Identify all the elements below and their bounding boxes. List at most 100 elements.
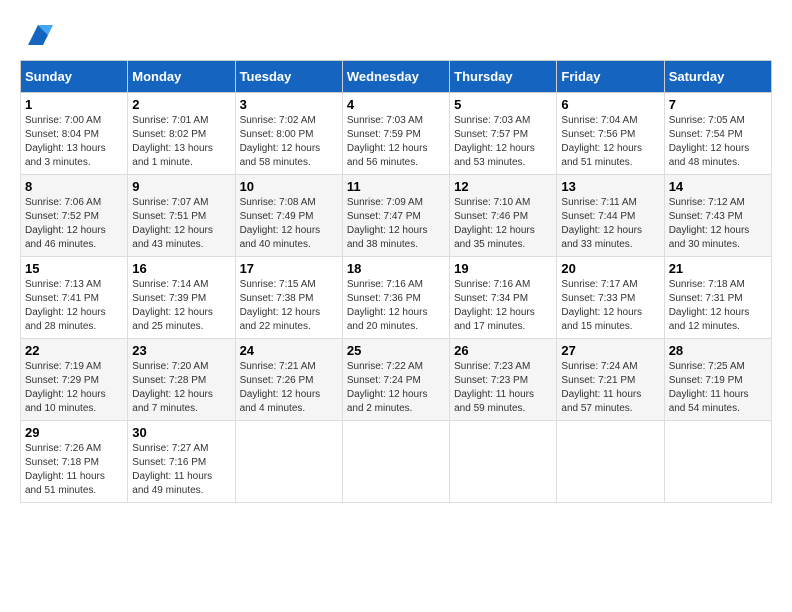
table-row: 8 Sunrise: 7:06 AMSunset: 7:52 PMDaylight…: [21, 175, 128, 257]
table-row: 18 Sunrise: 7:16 AMSunset: 7:36 PMDayligh…: [342, 257, 449, 339]
day-number: 5: [454, 97, 552, 112]
table-row: 16 Sunrise: 7:14 AMSunset: 7:39 PMDayligh…: [128, 257, 235, 339]
table-row: 10 Sunrise: 7:08 AMSunset: 7:49 PMDayligh…: [235, 175, 342, 257]
calendar-row: 8 Sunrise: 7:06 AMSunset: 7:52 PMDaylight…: [21, 175, 772, 257]
table-row: 30Sunrise: 7:27 AMSunset: 7:16 PMDayligh…: [128, 421, 235, 503]
day-number: 27: [561, 343, 659, 358]
calendar-row: 1 Sunrise: 7:00 AMSunset: 8:04 PMDaylight…: [21, 93, 772, 175]
table-row: 24 Sunrise: 7:21 AMSunset: 7:26 PMDayligh…: [235, 339, 342, 421]
day-content: Sunrise: 7:12 AMSunset: 7:43 PMDaylight:…: [669, 196, 767, 252]
day-number: 29: [25, 425, 123, 440]
day-number: 4: [347, 97, 445, 112]
table-row: 28 Sunrise: 7:25 AMSunset: 7:19 PMDayligh…: [664, 339, 771, 421]
table-row: 9 Sunrise: 7:07 AMSunset: 7:51 PMDaylight…: [128, 175, 235, 257]
day-content: Sunrise: 7:15 AMSunset: 7:38 PMDaylight:…: [240, 278, 338, 334]
day-number: 18: [347, 261, 445, 276]
day-content: Sunrise: 7:25 AMSunset: 7:19 PMDaylight:…: [669, 360, 767, 416]
page-header: [20, 20, 772, 50]
table-row: 22 Sunrise: 7:19 AMSunset: 7:29 PMDayligh…: [21, 339, 128, 421]
table-row: 3 Sunrise: 7:02 AMSunset: 8:00 PMDaylight…: [235, 93, 342, 175]
day-content: Sunrise: 7:00 AMSunset: 8:04 PMDaylight:…: [25, 114, 123, 170]
day-number: 19: [454, 261, 552, 276]
day-number: 3: [240, 97, 338, 112]
day-number: 22: [25, 343, 123, 358]
table-row: 12 Sunrise: 7:10 AMSunset: 7:46 PMDayligh…: [450, 175, 557, 257]
col-friday: Friday: [557, 61, 664, 93]
calendar-row: 22 Sunrise: 7:19 AMSunset: 7:29 PMDayligh…: [21, 339, 772, 421]
col-tuesday: Tuesday: [235, 61, 342, 93]
day-number: 30: [132, 425, 230, 440]
table-row: [235, 421, 342, 503]
calendar-row: 15Sunrise: 7:13 AMSunset: 7:41 PMDayligh…: [21, 257, 772, 339]
col-monday: Monday: [128, 61, 235, 93]
table-row: 15Sunrise: 7:13 AMSunset: 7:41 PMDayligh…: [21, 257, 128, 339]
day-number: 16: [132, 261, 230, 276]
day-content: Sunrise: 7:17 AMSunset: 7:33 PMDaylight:…: [561, 278, 659, 334]
day-content: Sunrise: 7:09 AMSunset: 7:47 PMDaylight:…: [347, 196, 445, 252]
day-number: 11: [347, 179, 445, 194]
table-row: [664, 421, 771, 503]
col-saturday: Saturday: [664, 61, 771, 93]
table-row: [450, 421, 557, 503]
day-number: 1: [25, 97, 123, 112]
table-row: 25 Sunrise: 7:22 AMSunset: 7:24 PMDayligh…: [342, 339, 449, 421]
day-number: 24: [240, 343, 338, 358]
calendar-row: 29 Sunrise: 7:26 AMSunset: 7:18 PMDayligh…: [21, 421, 772, 503]
day-content: Sunrise: 7:02 AMSunset: 8:00 PMDaylight:…: [240, 114, 338, 170]
day-content: Sunrise: 7:19 AMSunset: 7:29 PMDaylight:…: [25, 360, 123, 416]
day-content: Sunrise: 7:03 AMSunset: 7:57 PMDaylight:…: [454, 114, 552, 170]
day-number: 23: [132, 343, 230, 358]
day-number: 14: [669, 179, 767, 194]
table-row: 21Sunrise: 7:18 AMSunset: 7:31 PMDayligh…: [664, 257, 771, 339]
day-content: Sunrise: 7:24 AMSunset: 7:21 PMDaylight:…: [561, 360, 659, 416]
table-row: [342, 421, 449, 503]
day-number: 8: [25, 179, 123, 194]
day-content: Sunrise: 7:20 AMSunset: 7:28 PMDaylight:…: [132, 360, 230, 416]
table-row: 20 Sunrise: 7:17 AMSunset: 7:33 PMDayligh…: [557, 257, 664, 339]
day-content: Sunrise: 7:07 AMSunset: 7:51 PMDaylight:…: [132, 196, 230, 252]
day-number: 13: [561, 179, 659, 194]
day-number: 15: [25, 261, 123, 276]
table-row: 7 Sunrise: 7:05 AMSunset: 7:54 PMDaylight…: [664, 93, 771, 175]
day-number: 10: [240, 179, 338, 194]
day-number: 25: [347, 343, 445, 358]
day-content: Sunrise: 7:05 AMSunset: 7:54 PMDaylight:…: [669, 114, 767, 170]
day-number: 7: [669, 97, 767, 112]
day-content: Sunrise: 7:23 AMSunset: 7:23 PMDaylight:…: [454, 360, 552, 416]
table-row: 17Sunrise: 7:15 AMSunset: 7:38 PMDayligh…: [235, 257, 342, 339]
table-row: 26Sunrise: 7:23 AMSunset: 7:23 PMDayligh…: [450, 339, 557, 421]
day-content: Sunrise: 7:16 AMSunset: 7:36 PMDaylight:…: [347, 278, 445, 334]
col-wednesday: Wednesday: [342, 61, 449, 93]
day-content: Sunrise: 7:04 AMSunset: 7:56 PMDaylight:…: [561, 114, 659, 170]
day-content: Sunrise: 7:16 AMSunset: 7:34 PMDaylight:…: [454, 278, 552, 334]
logo: [20, 20, 53, 50]
day-number: 6: [561, 97, 659, 112]
table-row: 27 Sunrise: 7:24 AMSunset: 7:21 PMDayligh…: [557, 339, 664, 421]
day-content: Sunrise: 7:26 AMSunset: 7:18 PMDaylight:…: [25, 442, 123, 498]
day-content: Sunrise: 7:21 AMSunset: 7:26 PMDaylight:…: [240, 360, 338, 416]
day-number: 20: [561, 261, 659, 276]
day-number: 2: [132, 97, 230, 112]
day-content: Sunrise: 7:06 AMSunset: 7:52 PMDaylight:…: [25, 196, 123, 252]
day-content: Sunrise: 7:08 AMSunset: 7:49 PMDaylight:…: [240, 196, 338, 252]
header-row: Sunday Monday Tuesday Wednesday Thursday…: [21, 61, 772, 93]
day-content: Sunrise: 7:22 AMSunset: 7:24 PMDaylight:…: [347, 360, 445, 416]
table-row: 2Sunrise: 7:01 AMSunset: 8:02 PMDaylight…: [128, 93, 235, 175]
day-number: 12: [454, 179, 552, 194]
table-row: 4Sunrise: 7:03 AMSunset: 7:59 PMDaylight…: [342, 93, 449, 175]
table-row: 1 Sunrise: 7:00 AMSunset: 8:04 PMDaylight…: [21, 93, 128, 175]
table-row: 11 Sunrise: 7:09 AMSunset: 7:47 PMDayligh…: [342, 175, 449, 257]
table-row: 5 Sunrise: 7:03 AMSunset: 7:57 PMDaylight…: [450, 93, 557, 175]
table-row: 23 Sunrise: 7:20 AMSunset: 7:28 PMDayligh…: [128, 339, 235, 421]
day-number: 28: [669, 343, 767, 358]
table-row: 6 Sunrise: 7:04 AMSunset: 7:56 PMDaylight…: [557, 93, 664, 175]
logo-icon: [23, 20, 53, 50]
day-content: Sunrise: 7:14 AMSunset: 7:39 PMDaylight:…: [132, 278, 230, 334]
day-number: 9: [132, 179, 230, 194]
day-content: Sunrise: 7:11 AMSunset: 7:44 PMDaylight:…: [561, 196, 659, 252]
calendar-table: Sunday Monday Tuesday Wednesday Thursday…: [20, 60, 772, 503]
col-thursday: Thursday: [450, 61, 557, 93]
table-row: [557, 421, 664, 503]
day-content: Sunrise: 7:10 AMSunset: 7:46 PMDaylight:…: [454, 196, 552, 252]
day-number: 21: [669, 261, 767, 276]
